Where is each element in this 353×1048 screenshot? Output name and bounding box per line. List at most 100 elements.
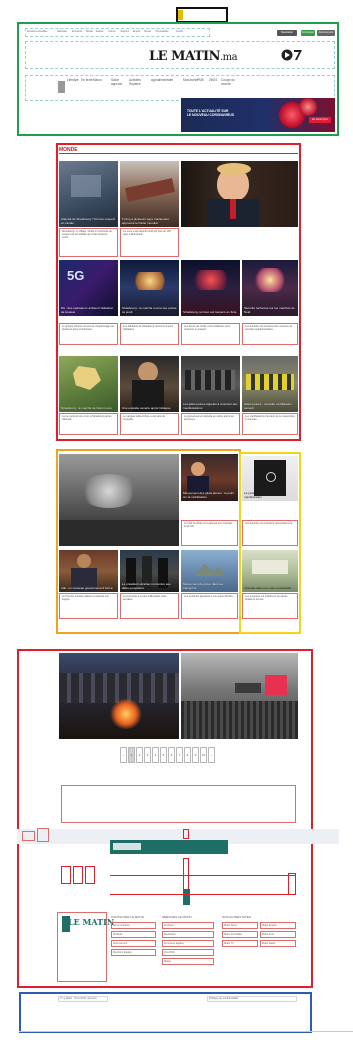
article-image[interactable]: Le président ukrainien rencontre ses all… (120, 550, 179, 592)
article-image[interactable]: Une enquête ouverte après l'attaque (120, 356, 179, 412)
footer-link[interactable]: Météo (162, 958, 214, 965)
footer-link[interactable]: Abonnement (111, 940, 156, 947)
footer-logo[interactable]: LE MATIN (68, 917, 114, 927)
page-link[interactable]: 6 (168, 747, 175, 763)
header: Dernières Actualités Nationale Économie Mon… (17, 22, 339, 136)
home-icon[interactable] (58, 81, 65, 93)
top-link[interactable]: Dernières Actualités (27, 31, 47, 34)
article-title[interactable]: Incendie dans une zone industrielle (244, 587, 296, 590)
page-link[interactable]: 8 (184, 747, 191, 763)
nav-item[interactable]: Maroc (93, 78, 109, 83)
footer-link[interactable]: Matin Emploi (260, 922, 296, 929)
article-image[interactable]: Trump a plusieurs pays maintenant approu… (120, 161, 179, 227)
nav-item[interactable]: Agroalimentaire (151, 78, 173, 83)
article-image[interactable]: Mouvement de grève dans les transports (181, 550, 238, 592)
footer-link[interactable]: Flux RSS (162, 949, 214, 956)
article-title[interactable]: Gilets jaunes : nouvelle mobilisation sa… (244, 403, 296, 410)
channel-logo-icon[interactable] (281, 48, 303, 62)
top-link[interactable]: Économie (72, 31, 82, 34)
top-link[interactable]: Comité (176, 31, 183, 34)
page-link[interactable]: 1 (128, 747, 135, 763)
footer-link[interactable]: Matin Auto (260, 931, 296, 938)
social-icon[interactable] (73, 866, 83, 884)
article-image[interactable]: La justice ordonne l'arrêt de la manifes… (242, 456, 298, 501)
page-link[interactable]: 10 (200, 747, 207, 763)
share-icon[interactable] (37, 828, 49, 842)
page-link[interactable]: › (208, 747, 215, 763)
article-title[interactable]: La justice ordonne l'arrêt de la manifes… (244, 492, 296, 499)
article-image[interactable]: Strasbourg, le tireur est toujours en fu… (181, 260, 240, 316)
top-link[interactable]: Emploi (133, 31, 140, 34)
article-image[interactable]: Mouvement des gilets jaunes : le point s… (181, 454, 238, 501)
social-icon[interactable] (85, 866, 95, 884)
article-image[interactable]: Strasbourg : le marché de Noël rouvre (59, 356, 118, 412)
nav-item[interactable]: Activités Royales (129, 78, 145, 86)
article-image[interactable]: Incendie dans une zone industrielle (242, 550, 298, 592)
article-title[interactable]: Strasbourg, le tireur est toujours en fu… (183, 311, 238, 314)
footer-link[interactable]: Matin Sport (222, 922, 258, 929)
footer-link[interactable]: Mentions légales (111, 949, 156, 956)
page-link[interactable]: 7 (176, 747, 183, 763)
footer-link[interactable]: Archives (162, 922, 214, 929)
article-title[interactable]: Trump a plusieurs pays maintenant approu… (122, 218, 177, 225)
article-image[interactable]: Irak : un nouveau gouvernement formé (59, 550, 118, 592)
top-link[interactable]: Monde (86, 31, 93, 34)
article-image[interactable]: Sécurité renforcée sur les marchés de No… (242, 260, 298, 316)
social-icon[interactable] (61, 866, 71, 884)
footer-link[interactable]: Newsletter (162, 931, 214, 938)
banner-button[interactable]: En savoir plus (309, 117, 331, 123)
page-link[interactable]: ‹ (120, 747, 127, 763)
footer-link[interactable]: Matin TV (222, 940, 258, 947)
footer-link[interactable]: Publicité (111, 931, 156, 938)
privacy-link[interactable]: Politique de confidentialité (207, 996, 297, 1002)
article-title[interactable]: Mouvement des gilets jaunes : le point s… (183, 492, 236, 499)
article-title[interactable]: Mouvement de grève dans les transports (183, 583, 236, 590)
article-title[interactable]: Une enquête ouverte après l'attaque (122, 407, 177, 410)
banner-line: LE NOUVEAU CORONAVIRUS (187, 113, 235, 117)
article-image[interactable]: Les gilets jaunes appelés à renoncer aux… (181, 356, 240, 412)
nav-item[interactable]: Salon agricole (111, 78, 127, 86)
footer-link[interactable]: Matin Radio (260, 940, 296, 947)
page-link[interactable]: 3 (144, 747, 151, 763)
page-link[interactable]: 9 (192, 747, 199, 763)
footer-link[interactable]: Nous contacter (111, 922, 156, 929)
article-image[interactable]: 5G 5G : des opérateurs arrêtent l'utilis… (59, 260, 118, 316)
article-title[interactable]: 5G : des opérateurs arrêtent l'utilisati… (61, 307, 116, 314)
article-image[interactable]: Attentat de Strasbourg: l'homme suspect … (59, 161, 118, 227)
footer-link[interactable]: Annonces légales (162, 940, 214, 947)
article-title[interactable]: Strasbourg : le marché rouvre ses portes… (122, 307, 177, 314)
article-title[interactable]: Sécurité renforcée sur les marchés de No… (244, 307, 296, 314)
article-title[interactable]: Strasbourg : le marché de Noël rouvre (61, 407, 116, 410)
subscribe-button[interactable]: Abonnement (317, 30, 335, 36)
top-link[interactable]: Sports (144, 31, 151, 34)
article-title[interactable]: Irak : un nouveau gouvernement formé (61, 587, 116, 590)
article-title[interactable]: Attentat de Strasbourg: l'homme suspect … (61, 218, 116, 225)
article-image-featured[interactable] (181, 161, 298, 227)
page-link[interactable]: 2 (136, 747, 143, 763)
article-image[interactable] (59, 653, 179, 739)
top-link[interactable]: Culture (108, 31, 115, 34)
top-link[interactable]: Société (96, 31, 104, 34)
article-image[interactable] (181, 653, 298, 739)
article-image[interactable]: Gilets jaunes : nouvelle mobilisation sa… (242, 356, 298, 412)
article-image[interactable]: Strasbourg : le marché rouvre ses portes… (120, 260, 179, 316)
newsletter-button[interactable]: Newsletter (277, 30, 297, 36)
footer-link[interactable]: Matin Immobilier (222, 931, 258, 938)
logo-suffix: .ma (219, 52, 238, 63)
top-link[interactable]: Nationale (57, 31, 67, 34)
top-link[interactable]: Régions (121, 31, 129, 34)
share-icon[interactable] (22, 831, 35, 841)
top-link[interactable]: Universalités (155, 31, 168, 34)
excerpt-text: Les habitants de Strasbourg reprennent l… (123, 325, 174, 331)
article-title[interactable]: Les gilets jaunes appelés à renoncer aux… (183, 403, 238, 410)
nav-item[interactable]: Coupe du monde (221, 78, 237, 86)
coronavirus-banner[interactable]: TOUTE L'ACTUALITÉ SUR LE NOUVEAU CORONAV… (181, 98, 335, 132)
site-logo[interactable]: LE MATIN.ma (149, 49, 238, 64)
article-title[interactable]: Le président ukrainien rencontre ses all… (122, 583, 177, 590)
article-excerpt: Le Premier ministre irakien a présenté s… (59, 593, 118, 619)
signin-button[interactable]: Connexion (301, 30, 315, 36)
page-link[interactable]: 5 (160, 747, 167, 763)
page-link[interactable]: 4 (152, 747, 159, 763)
article-image-featured[interactable] (59, 454, 179, 546)
favicon-icon (178, 10, 183, 20)
